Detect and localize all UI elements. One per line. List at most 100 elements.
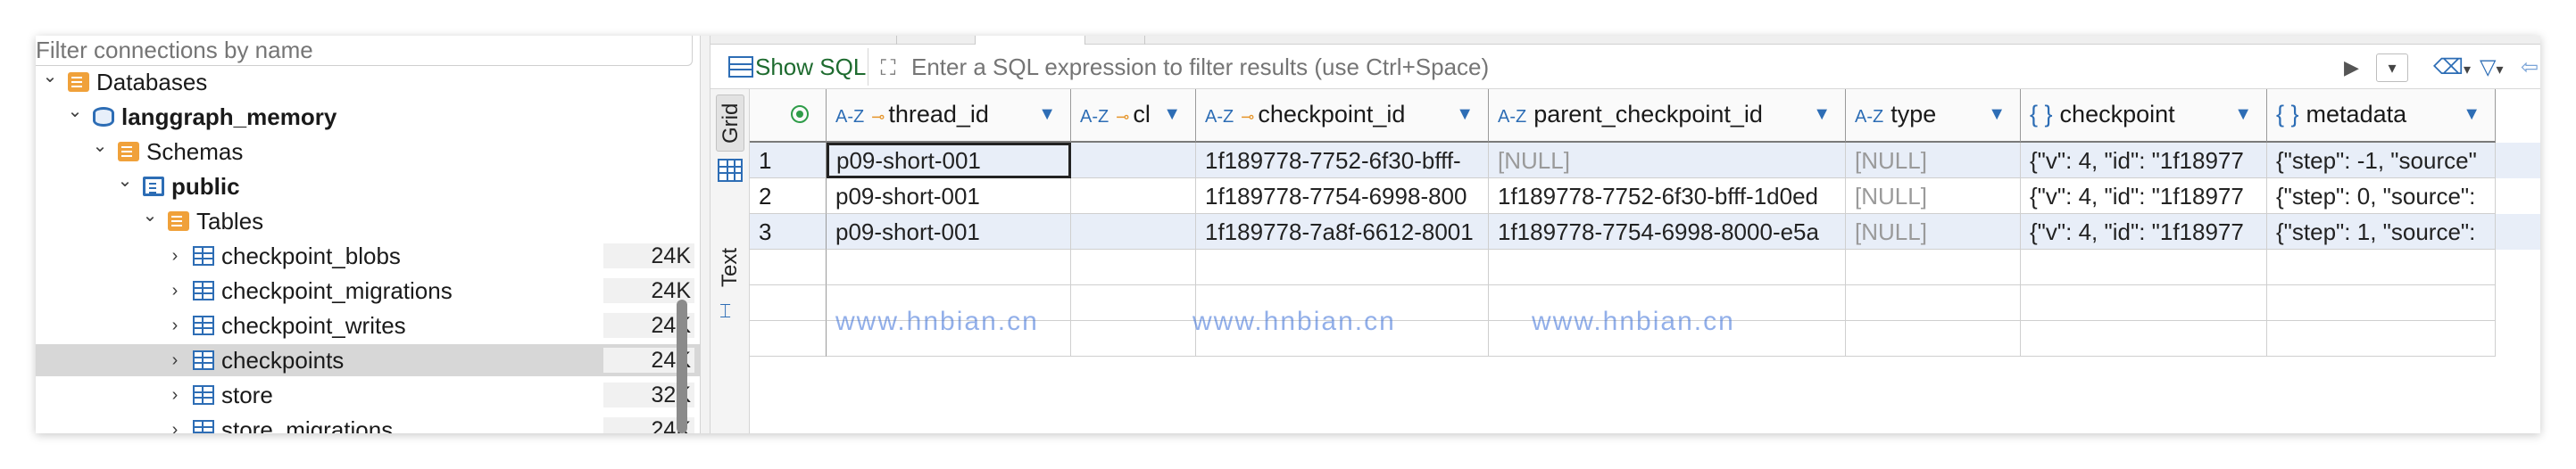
column-header-metadata[interactable]: { } metadata ▼ xyxy=(2267,89,2496,143)
grid-cell[interactable] xyxy=(1071,143,1196,178)
tab-text[interactable]: Text xyxy=(716,241,744,294)
grid-cell[interactable]: {"v": 4, "id": "1f18977 xyxy=(2021,178,2267,214)
sql-filter-input[interactable] xyxy=(868,48,2206,86)
grid-cell[interactable]: [NULL] xyxy=(1846,214,2021,250)
watermark-text: www.hnbian.cn xyxy=(835,307,1039,336)
grid-cell[interactable]: {"step": 1, "source": xyxy=(2267,214,2496,250)
column-name: thread_id xyxy=(888,101,989,128)
sort-dropdown-icon[interactable]: ▼ xyxy=(1163,89,1181,139)
eraser-icon[interactable]: ⌫▾ xyxy=(2433,53,2471,82)
chevron-down-icon[interactable]: ⌄ xyxy=(66,101,84,133)
chevron-down-icon[interactable]: ⌄ xyxy=(116,170,134,202)
column-name: type xyxy=(1890,101,1937,128)
empty-cell xyxy=(1071,321,1196,357)
grid-cell[interactable]: 1f189778-7754-6998-800 xyxy=(1196,178,1489,214)
tree-item-label: public xyxy=(171,173,240,200)
chevron-right-icon[interactable]: › xyxy=(166,379,184,411)
sort-dropdown-icon[interactable]: ▼ xyxy=(1988,89,2006,139)
tree-item[interactable]: › checkpoint_migrations 24K xyxy=(36,275,700,307)
tree-item[interactable]: ⌄ Schemas xyxy=(36,136,700,168)
editor-tab[interactable] xyxy=(975,36,1085,45)
json-type-icon: { } xyxy=(2030,101,2053,128)
show-sql-label: Show SQL xyxy=(755,53,867,80)
grid-cell[interactable]: {"v": 4, "id": "1f18977 xyxy=(2021,143,2267,178)
empty-cell xyxy=(1196,250,1489,285)
chevron-right-icon[interactable]: › xyxy=(166,309,184,341)
empty-row xyxy=(750,250,2540,285)
table-row[interactable]: 1 p09-short-001 1f189778-7752-6f30-bfff- [N… xyxy=(750,143,2540,178)
grid-cell[interactable]: p09-short-001 xyxy=(827,214,1071,250)
grid-cell[interactable]: [NULL] xyxy=(1489,143,1846,178)
row-number-empty xyxy=(750,285,827,321)
column-header-type[interactable]: A-Z type ▼ xyxy=(1846,89,2021,143)
grid-cell[interactable]: 1f189778-7752-6f30-bfff-1d0ed xyxy=(1489,178,1846,214)
grid-icon[interactable] xyxy=(718,159,743,182)
grid-cell[interactable]: {"v": 4, "id": "1f18977 xyxy=(2021,214,2267,250)
grid-cell[interactable]: {"step": 0, "source": xyxy=(2267,178,2496,214)
column-header-cl[interactable]: A-Z ⊸ cl ▼ xyxy=(1071,89,1196,143)
tab-grid[interactable]: Grid xyxy=(716,95,744,152)
chevron-down-icon[interactable]: ⌄ xyxy=(41,66,59,98)
column-name: parent_checkpoint_id xyxy=(1533,101,1763,128)
sort-dropdown-icon[interactable]: ▼ xyxy=(1038,89,1056,139)
panel-splitter[interactable] xyxy=(700,36,710,433)
database-icon xyxy=(93,107,114,127)
column-header-parent-checkpoint-id[interactable]: A-Z parent_checkpoint_id ▼ xyxy=(1489,89,1846,143)
grid-cell[interactable]: 1f189778-7752-6f30-bfff- xyxy=(1196,143,1489,178)
tree-item[interactable]: › checkpoint_writes 24K xyxy=(36,309,700,341)
grid-cell[interactable]: [NULL] xyxy=(1846,143,2021,178)
row-number[interactable]: 1 xyxy=(750,143,827,178)
json-type-icon: { } xyxy=(2276,101,2299,128)
apply-filter-icon[interactable]: ▶ xyxy=(2344,57,2365,78)
chevron-down-icon[interactable]: ⌄ xyxy=(91,136,109,168)
grid-cell[interactable]: [NULL] xyxy=(1846,178,2021,214)
chevron-right-icon[interactable]: › xyxy=(166,240,184,272)
table-row[interactable]: 2 p09-short-001 1f189778-7754-6998-800 1f18… xyxy=(750,178,2540,214)
grid-cell[interactable]: 1f189778-7a8f-6612-8001 xyxy=(1196,214,1489,250)
tree-item[interactable]: ⌄ langgraph_memory xyxy=(36,101,700,133)
back-arrow-icon[interactable]: ⇦ xyxy=(2521,53,2540,82)
text-cursor-icon[interactable]: ⌶ xyxy=(719,300,741,323)
table-size-badge: 24K xyxy=(603,243,694,268)
grid-cell[interactable] xyxy=(1071,178,1196,214)
tree-item[interactable]: ⌄ public xyxy=(36,170,700,202)
folder-icon xyxy=(68,72,89,92)
tree-item[interactable]: › checkpoint_blobs 24K xyxy=(36,240,700,272)
show-sql-button[interactable]: Show SQL xyxy=(719,52,866,82)
tree-item[interactable]: › checkpoints 24K xyxy=(36,344,700,376)
row-number-empty xyxy=(750,250,827,285)
grid-cell[interactable]: p09-short-001 xyxy=(827,178,1071,214)
tree-item[interactable]: › store_migrations 24K xyxy=(36,414,700,433)
chevron-right-icon[interactable]: › xyxy=(166,414,184,433)
navigator-scrollbar[interactable] xyxy=(677,300,687,433)
sort-dropdown-icon[interactable]: ▼ xyxy=(2463,89,2480,139)
column-header-thread-id[interactable]: A-Z ⊸ thread_id ▼ xyxy=(827,89,1071,143)
grid-cell[interactable] xyxy=(1071,214,1196,250)
empty-cell xyxy=(2267,321,2496,357)
sort-dropdown-icon[interactable]: ▼ xyxy=(1456,89,1474,139)
grid-cell[interactable]: p09-short-001 xyxy=(827,143,1071,178)
chevron-right-icon[interactable]: › xyxy=(166,344,184,376)
results-panel: Show SQL ⛶ ▶ ▾ ⌫▾ ▽▾ ⇦ Grid Text ⌶ A-Z⊸t… xyxy=(710,36,2540,433)
chevron-down-icon[interactable]: ⌄ xyxy=(141,205,159,237)
column-header-checkpoint[interactable]: { } checkpoint ▼ xyxy=(2021,89,2267,143)
tree-item[interactable]: ⌄ Databases xyxy=(36,66,700,98)
row-header-corner[interactable] xyxy=(750,89,827,143)
connection-filter-input[interactable] xyxy=(36,36,693,66)
row-number[interactable]: 2 xyxy=(750,178,827,214)
sort-dropdown-icon[interactable]: ▼ xyxy=(1813,89,1831,139)
chevron-right-icon[interactable]: › xyxy=(166,275,184,307)
database-navigator: ⌄ Databases ⌄ langgraph_memory ⌄ Schemas ⌄ publ… xyxy=(36,36,700,433)
column-header-checkpoint-id[interactable]: A-Z ⊸ checkpoint_id ▼ xyxy=(1196,89,1489,143)
tree-item[interactable]: › store 32K xyxy=(36,379,700,411)
tree-item[interactable]: ⌄ Tables xyxy=(36,205,700,237)
table-row[interactable]: 3 p09-short-001 1f189778-7a8f-6612-8001 1f1… xyxy=(750,214,2540,250)
select-all-icon[interactable] xyxy=(791,105,809,123)
funnel-icon[interactable]: ▽▾ xyxy=(2480,53,2515,82)
table-icon xyxy=(193,385,214,405)
filter-history-dropdown[interactable]: ▾ xyxy=(2376,53,2408,82)
grid-cell[interactable]: 1f189778-7754-6998-8000-e5a xyxy=(1489,214,1846,250)
grid-cell[interactable]: {"step": -1, "source" xyxy=(2267,143,2496,178)
sort-dropdown-icon[interactable]: ▼ xyxy=(2234,89,2252,139)
row-number[interactable]: 3 xyxy=(750,214,827,250)
